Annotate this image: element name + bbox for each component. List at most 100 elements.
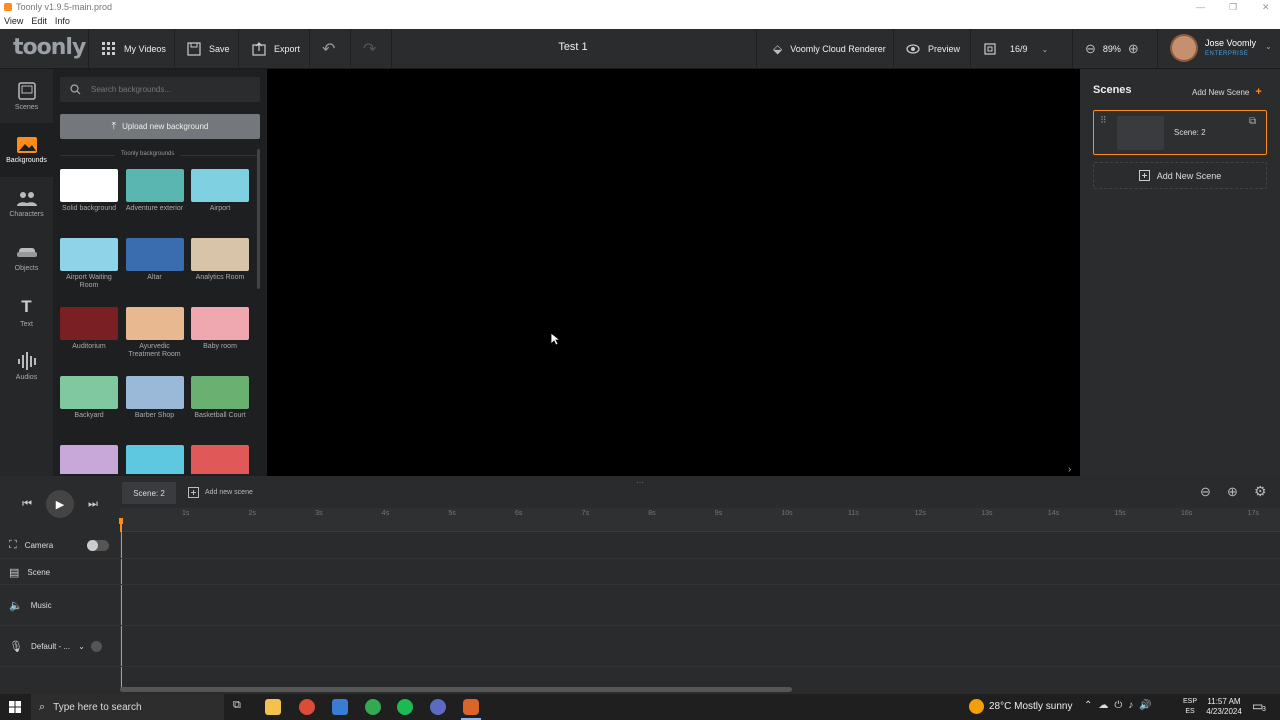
background-thumbnail [125,169,184,202]
background-item[interactable] [60,445,125,474]
duplicate-icon[interactable]: ⧉ [1249,116,1256,127]
add-new-scene-tab[interactable]: Add new scene [188,487,253,498]
close-button[interactable]: ✕ [1262,0,1270,14]
audios-icon [17,351,36,370]
background-label: Barber Shop [134,412,175,419]
play-button[interactable]: ▶ [46,490,74,518]
sidebar-label: Scenes [14,103,39,111]
chrome-icon[interactable] [299,699,315,715]
time-ruler[interactable]: 1s 2s 3s 4s 5s 6s 7s 8s 9s 10s 11s 12s 13s 14s 15s 16s 1… [120,508,1280,532]
skip-back-icon[interactable]: ⏮ [22,498,32,511]
toonly-taskbar-icon[interactable] [463,699,479,715]
toonly-logo: toonly [13,35,86,60]
scene-tab[interactable]: Scene: 2 [122,482,176,504]
ruler-tick-label: 9s [714,510,723,517]
zoom-in-icon[interactable]: ⊕ [1128,41,1139,57]
task-view-icon[interactable]: ⧉ [233,699,241,712]
skip-forward-icon[interactable]: ⏭ [88,498,98,511]
add-new-scene-link[interactable]: Add New Scene + [1192,86,1262,98]
sidebar-item-backgrounds[interactable]: Backgrounds [0,123,53,177]
background-item[interactable]: Auditorium [60,307,125,351]
background-item[interactable]: Airport Waiting Room [60,238,125,290]
add-scene-tab-label: Add new scene [205,489,253,496]
sidebar-item-characters[interactable]: Characters [0,177,53,231]
my-videos-button[interactable]: My Videos [102,29,166,69]
background-item[interactable] [125,445,191,474]
voice-source-select[interactable]: Default - ... [31,642,70,651]
upload-background-button[interactable]: ⤒ Upload new background [60,114,260,139]
save-button[interactable]: Save [187,29,230,69]
chrome-profile-icon[interactable] [365,699,381,715]
maximize-button[interactable]: ❐ [1229,0,1237,14]
search-input[interactable] [91,85,251,94]
sidebar-item-text[interactable]: T Text [0,285,53,339]
export-button[interactable]: Export [252,29,300,69]
background-item[interactable] [191,445,256,474]
taskbar-search-box[interactable]: ⌕ Type here to search [31,694,224,720]
drag-handle-icon[interactable]: ⠿ [1100,115,1107,126]
user-menu-chevron-icon[interactable]: ⌄ [1265,42,1272,51]
collapse-panel-chevron-icon[interactable]: › [1068,464,1071,475]
background-item[interactable]: Airport [191,169,256,213]
record-button[interactable] [91,641,102,652]
undo-icon[interactable]: ↶ [322,29,335,69]
add-scene-label: Add New Scene [1192,87,1250,97]
zoom-level: 89% [1102,44,1121,54]
stage-canvas[interactable]: › [267,69,1080,476]
ruler-tick-label: 1s [182,510,190,517]
backgrounds-grid: Solid background Adventure exterior Airpor… [60,169,258,474]
system-tray-icons[interactable]: ⌃☁⏻♪🔊 [1084,700,1158,711]
timeline-zoom-out-icon[interactable]: ⊖ [1200,484,1211,500]
voomly-logo-icon: ⬙ [773,42,783,56]
search-box[interactable] [60,77,260,102]
background-item[interactable]: Altar [125,238,191,282]
project-title[interactable]: Test 1 [540,41,606,53]
spotify-icon[interactable] [397,699,413,715]
sidebar-item-objects[interactable]: Objects [0,231,53,285]
scene-card[interactable]: ⠿ Scene: 2 ⧉ [1093,110,1267,155]
sidebar-item-audios[interactable]: Audios [0,339,53,393]
timeline-zoom-in-icon[interactable]: ⊕ [1227,484,1238,500]
chevron-down-icon[interactable]: ⌄ [78,642,85,651]
settings-gear-icon[interactable]: ⚙ [1254,483,1267,500]
zoom-out-icon[interactable]: ⊖ [1085,41,1096,57]
background-label: Airport Waiting Room [66,274,112,289]
background-thumbnail [191,238,249,271]
clock[interactable]: 11:57 AM 4/23/2024 [1204,697,1244,717]
background-thumbnail [191,307,249,340]
windows-start-icon[interactable] [9,701,21,713]
minimize-button[interactable]: — [1196,0,1205,14]
menu-edit[interactable]: Edit [31,16,47,26]
background-item[interactable]: Basketball Court [191,376,256,420]
background-item[interactable]: Analytics Room [191,238,256,282]
aspect-ratio-select[interactable]: 16/9 ⌄ [984,29,1048,69]
background-thumbnail [60,445,118,474]
background-item[interactable]: Barber Shop [125,376,191,420]
background-label: Altar [147,274,162,281]
weather-text[interactable]: 28°C Mostly sunny [989,701,1072,712]
timeline-scrollbar[interactable] [120,687,792,692]
sidebar-item-scenes[interactable]: Scenes [0,69,53,123]
avatar[interactable] [1170,34,1198,62]
playhead-handle[interactable] [119,518,123,524]
background-item[interactable]: Adventure exterior [125,169,191,213]
panel-scrollbar[interactable] [257,149,260,289]
cloud-renderer-button[interactable]: ⬙ Voomly Cloud Renderer [773,29,886,69]
background-item[interactable]: Baby room [191,307,256,351]
messenger-icon[interactable] [430,699,446,715]
menu-info[interactable]: Info [55,16,70,26]
background-item[interactable]: Ayurvedic Treatment Room [125,307,191,359]
menu-view[interactable]: View [4,16,23,26]
preview-button[interactable]: Preview [906,29,960,69]
file-explorer-icon[interactable] [265,699,281,715]
calculator-icon[interactable] [332,699,348,715]
add-new-scene-button[interactable]: Add New Scene [1093,162,1267,189]
resize-handle-icon[interactable]: … [636,476,644,485]
redo-icon[interactable]: ↷ [363,29,376,69]
background-item[interactable]: Solid background [60,169,125,213]
camera-toggle[interactable] [87,540,109,551]
background-item[interactable]: Backyard [60,376,125,420]
sidebar-label: Text [20,320,33,328]
scene-tab-label: Scene: 2 [133,488,165,498]
language-indicator[interactable]: ESP ES [1183,697,1197,717]
